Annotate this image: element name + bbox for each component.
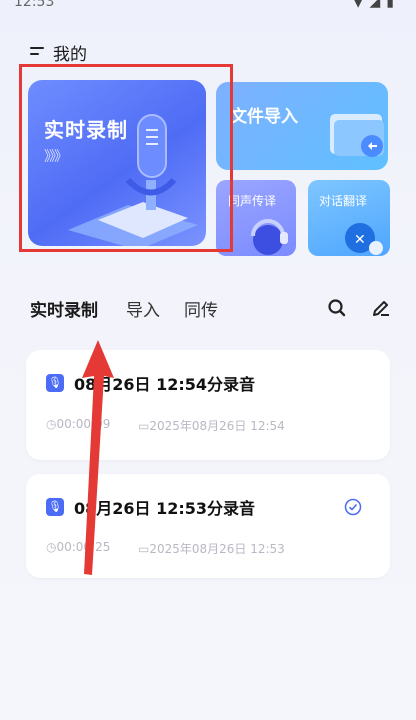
tab-import[interactable]: 导入: [126, 296, 160, 321]
file-import-label: 文件导入: [230, 107, 298, 127]
folder-icon: [330, 114, 384, 157]
microphone-icon: 🎙: [46, 498, 64, 516]
svg-text:✕: ✕: [354, 232, 366, 248]
recording-date: ▭2025年08月26日 12:53: [138, 542, 285, 556]
simultaneous-interpretation-label: 同声传译: [228, 194, 277, 208]
highlight-box: [19, 64, 233, 252]
search-icon[interactable]: [327, 298, 347, 318]
calendar-icon: ▭: [138, 542, 150, 556]
dialogue-translation-card[interactable]: 对话翻译 ✕: [308, 180, 390, 256]
dialogue-translation-label: 对话翻译: [319, 194, 368, 208]
tab-simultaneous[interactable]: 同传: [184, 296, 218, 321]
file-import-card[interactable]: 文件导入: [216, 82, 388, 170]
page-title: 我的: [53, 45, 87, 65]
check-circle-icon[interactable]: [344, 498, 362, 516]
edit-icon[interactable]: [370, 296, 392, 318]
calendar-icon: ▭: [138, 419, 150, 433]
clock-icon: ◷: [46, 540, 57, 554]
microphone-icon: 🎙: [46, 374, 64, 392]
menu-icon[interactable]: [30, 47, 46, 57]
status-time: 12:53: [14, 0, 55, 10]
recording-date: ▭2025年08月26日 12:54: [138, 419, 285, 433]
clock-icon: ◷: [46, 417, 57, 431]
headset-icon: [251, 219, 288, 255]
annotation-arrow-icon: [82, 340, 114, 575]
translate-icon: ✕: [345, 223, 383, 255]
status-icons: ▼◢▮: [352, 0, 400, 10]
tab-realtime[interactable]: 实时录制: [30, 296, 98, 321]
